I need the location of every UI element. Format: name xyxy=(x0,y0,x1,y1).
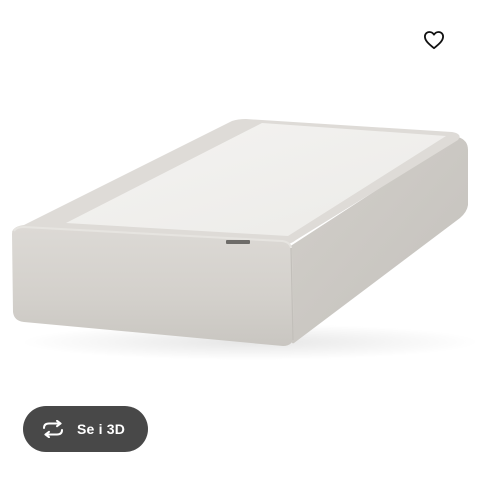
product-gallery: Se i 3D xyxy=(0,0,480,480)
brand-label xyxy=(226,240,250,244)
bed-base-front xyxy=(12,228,294,346)
view-in-3d-label: Se i 3D xyxy=(77,421,126,437)
rotate-arrows-icon xyxy=(41,419,65,439)
favorite-button[interactable] xyxy=(416,22,452,58)
view-in-3d-button[interactable]: Se i 3D xyxy=(23,406,148,452)
heart-outline-icon xyxy=(423,31,444,50)
